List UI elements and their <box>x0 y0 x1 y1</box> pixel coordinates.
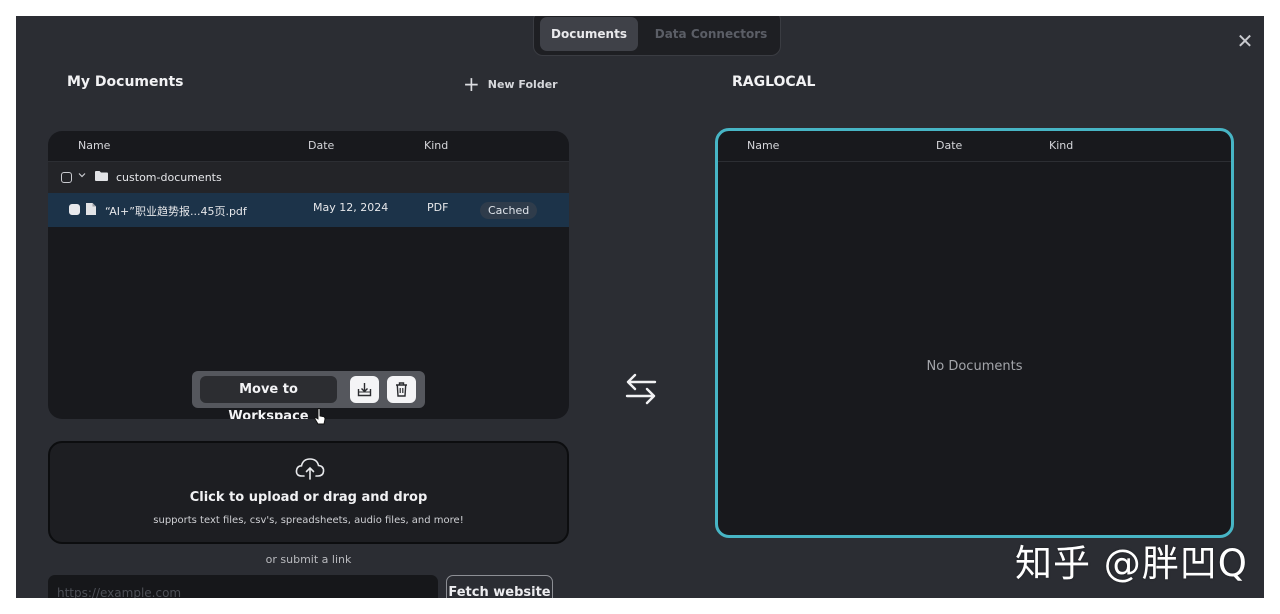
workspace-title: RAGLOCAL <box>732 74 816 90</box>
file-icon <box>86 203 96 215</box>
status-badge: Cached <box>480 202 538 219</box>
column-date-header: Date <box>308 139 335 152</box>
link-input[interactable] <box>48 575 438 598</box>
table-header: Name Date Kind <box>48 131 569 162</box>
workspace-column-date-header: Date <box>936 139 963 152</box>
tab-data-connectors[interactable]: Data Connectors <box>648 17 774 51</box>
workspace-table-header: Name Date Kind <box>718 131 1231 162</box>
upload-subtitle: supports text files, csv's, spreadsheets… <box>153 515 464 526</box>
plus-icon: + <box>463 72 480 96</box>
close-icon[interactable]: ✕ <box>1234 30 1256 52</box>
new-folder-label: New Folder <box>487 77 558 91</box>
new-folder-button[interactable]: + New Folder <box>463 74 558 94</box>
workspace-column-kind-header: Kind <box>1049 139 1074 152</box>
trash-icon <box>396 382 407 397</box>
hand-pointer-icon <box>314 408 326 425</box>
no-documents-text: No Documents <box>926 359 1023 374</box>
tab-bar: Documents Data Connectors <box>533 16 781 56</box>
folder-name: custom-documents <box>116 171 222 184</box>
or-submit-label: or submit a link <box>265 553 352 566</box>
watermark: 知乎 @胖凹Q <box>1015 542 1248 585</box>
workspace-table: Name Date Kind No Documents <box>715 128 1234 538</box>
folder-icon <box>95 171 108 181</box>
move-to-workspace-icon-button[interactable] <box>350 376 379 403</box>
fetch-website-button[interactable]: Fetch website <box>446 575 553 598</box>
tab-documents[interactable]: Documents <box>540 17 638 51</box>
upload-dropzone[interactable]: Click to upload or drag and drop support… <box>48 441 569 544</box>
file-row[interactable]: “AI+”职业趋势报...45页.pdf May 12, 2024 PDF Ca… <box>48 193 569 227</box>
upload-title: Click to upload or drag and drop <box>189 490 428 505</box>
file-kind: PDF <box>427 201 449 214</box>
delete-button[interactable] <box>387 376 416 403</box>
cloud-upload-icon <box>295 458 325 480</box>
my-documents-table: Name Date Kind custom-documents “AI+”职业趋… <box>48 131 569 419</box>
folder-checkbox[interactable] <box>61 172 72 183</box>
file-name: “AI+”职业趋势报...45页.pdf <box>105 205 247 218</box>
column-name-header: Name <box>78 139 111 152</box>
move-to-workspace-icon <box>357 383 372 397</box>
column-kind-header: Kind <box>424 139 449 152</box>
swap-arrows-icon <box>625 373 657 405</box>
selection-toolbar: Move to Workspace <box>192 371 425 419</box>
file-checkbox[interactable] <box>69 204 80 215</box>
document-manager-modal: Documents Data Connectors ✕ My Documents… <box>16 16 1264 598</box>
my-documents-title: My Documents <box>67 74 184 90</box>
chevron-down-icon[interactable] <box>78 171 86 179</box>
workspace-column-name-header: Name <box>747 139 780 152</box>
move-to-workspace-button[interactable]: Move to Workspace <box>200 376 337 419</box>
file-date: May 12, 2024 <box>313 201 389 214</box>
folder-row[interactable]: custom-documents <box>48 162 569 193</box>
